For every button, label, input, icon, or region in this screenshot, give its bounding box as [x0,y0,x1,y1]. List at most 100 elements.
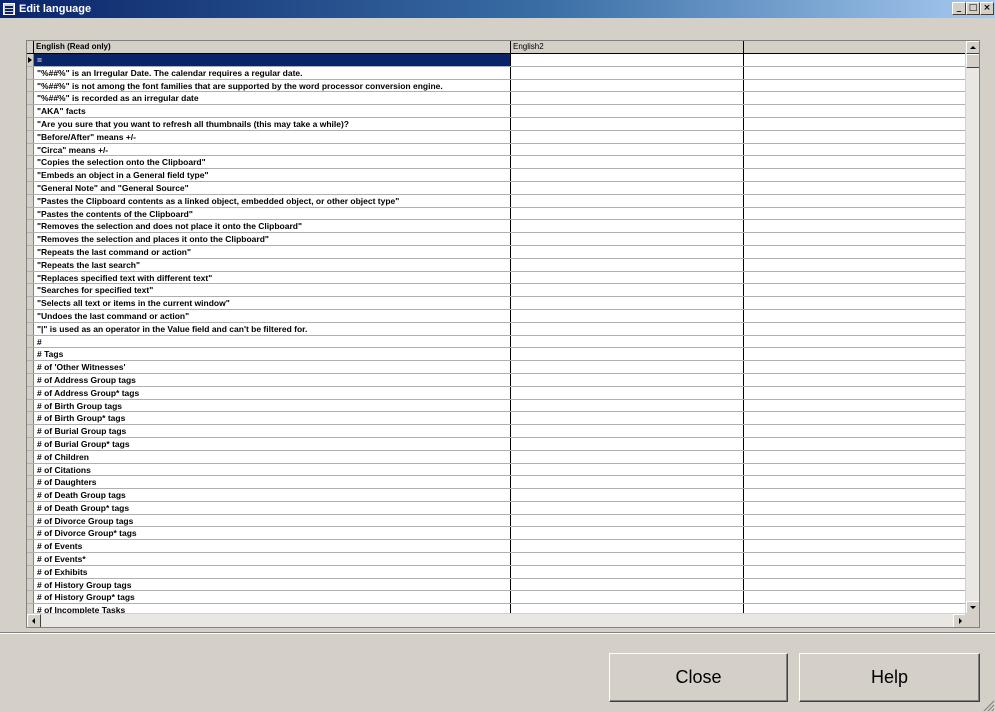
english2-cell[interactable] [511,386,744,399]
row-selector[interactable] [27,233,34,245]
english2-cell[interactable] [511,309,744,322]
english2-cell[interactable] [511,476,744,489]
english2-cell[interactable] [511,425,744,437]
english2-cell[interactable] [511,514,744,527]
table-row[interactable]: # of Death Group* tags [27,501,967,515]
extra-cell[interactable] [744,156,967,168]
resize-grip-icon[interactable] [982,699,994,711]
table-row[interactable]: "Searches for specified text" [27,284,967,298]
row-selector[interactable] [27,437,34,450]
table-row[interactable]: "Selects all text or items in the curren… [27,297,967,310]
english2-cell[interactable] [511,437,744,450]
row-selector[interactable] [27,527,34,540]
table-row[interactable]: # of Events* [27,553,967,566]
table-row[interactable]: # of History Group tags [27,578,967,592]
close-button[interactable]: Close [609,653,788,702]
row-selector[interactable] [27,361,34,373]
extra-cell[interactable] [744,105,967,117]
language-grid[interactable]: English (Read only) English2 = "%##%" is … [26,40,980,628]
extra-cell[interactable] [744,118,967,130]
table-row[interactable]: "Circa" means +/- [27,143,967,157]
extra-cell[interactable] [744,131,967,143]
table-row[interactable]: # of History Group* tags [27,591,967,605]
extra-cell[interactable] [744,80,967,92]
scroll-left-arrow-icon[interactable] [27,614,41,627]
table-row[interactable]: # of Children [27,450,967,464]
extra-cell[interactable] [744,476,967,488]
extra-cell[interactable] [744,591,967,603]
row-selector[interactable] [27,489,34,501]
extra-cell[interactable] [744,233,967,245]
extra-cell[interactable] [744,361,967,373]
row-selector[interactable] [27,220,34,233]
extra-cell[interactable] [744,374,967,386]
extra-cell[interactable] [744,182,967,194]
row-selector[interactable] [27,591,34,604]
row-selector[interactable] [27,373,34,386]
table-row[interactable]: # of Death Group tags [27,489,967,502]
table-row[interactable]: "Removes the selection and places it ont… [27,233,967,246]
row-selector[interactable] [27,450,34,463]
english2-cell[interactable] [511,297,744,309]
table-row[interactable]: # of Address Group* tags [27,386,967,400]
english2-cell[interactable] [511,54,744,66]
extra-cell[interactable] [744,336,967,348]
extra-cell[interactable] [744,284,967,296]
extra-cell[interactable] [744,323,967,335]
extra-cell[interactable] [744,310,967,322]
row-selector[interactable] [27,79,34,92]
row-selector[interactable] [27,105,34,117]
row-selector[interactable] [27,258,34,271]
english2-cell[interactable] [511,284,744,297]
table-row[interactable]: "Repeats the last search" [27,258,967,272]
english2-cell[interactable] [511,527,744,540]
english2-cell[interactable] [511,169,744,181]
minimize-button[interactable]: _ [952,2,966,15]
table-row[interactable]: # of Birth Group tags [27,399,967,413]
english2-cell[interactable] [511,92,744,105]
extra-cell[interactable] [744,169,967,181]
row-selector[interactable] [27,271,34,284]
row-selector[interactable] [27,245,34,258]
row-selector[interactable] [27,386,34,399]
table-row[interactable]: "Removes the selection and does not plac… [27,220,967,234]
extra-cell[interactable] [744,195,967,207]
vertical-scrollbar[interactable] [965,41,979,614]
extra-cell[interactable] [744,412,967,424]
extra-cell[interactable] [744,527,967,539]
extra-cell[interactable] [744,272,967,284]
table-row[interactable]: "%##%" is not among the font families th… [27,79,967,93]
extra-cell[interactable] [744,220,967,232]
table-row[interactable]: "Pastes the Clipboard contents as a link… [27,194,967,208]
extra-cell[interactable] [744,502,967,514]
row-selector[interactable] [27,578,34,591]
table-row[interactable]: # [27,335,967,349]
extra-cell[interactable] [744,67,967,79]
row-selector[interactable] [27,92,34,105]
table-row[interactable]: # Tags [27,348,967,362]
table-row[interactable]: # of Divorce Group* tags [27,527,967,541]
english2-cell[interactable] [511,245,744,258]
english2-cell[interactable] [511,335,744,348]
extra-cell[interactable] [744,425,967,437]
extra-cell[interactable] [744,348,967,360]
extra-cell[interactable] [744,144,967,156]
extra-cell[interactable] [744,515,967,527]
table-row[interactable]: "%##%" is an Irregular Date. The calenda… [27,66,967,80]
row-selector[interactable] [27,463,34,476]
extra-cell[interactable] [744,566,967,578]
extra-cell[interactable] [744,579,967,591]
extra-cell[interactable] [744,54,967,66]
table-row[interactable]: "General Note" and "General Source" [27,181,967,195]
row-selector[interactable] [27,412,34,425]
english2-cell[interactable] [511,117,744,130]
column-header-english[interactable]: English (Read only) [34,41,511,54]
row-selector[interactable] [27,54,34,66]
english2-cell[interactable] [511,348,744,361]
english2-cell[interactable] [511,79,744,92]
english2-cell[interactable] [511,565,744,578]
table-row[interactable]: "Embeds an object in a General field typ… [27,169,967,182]
row-selector[interactable] [27,194,34,207]
english2-cell[interactable] [511,489,744,501]
row-selector[interactable] [27,117,34,130]
